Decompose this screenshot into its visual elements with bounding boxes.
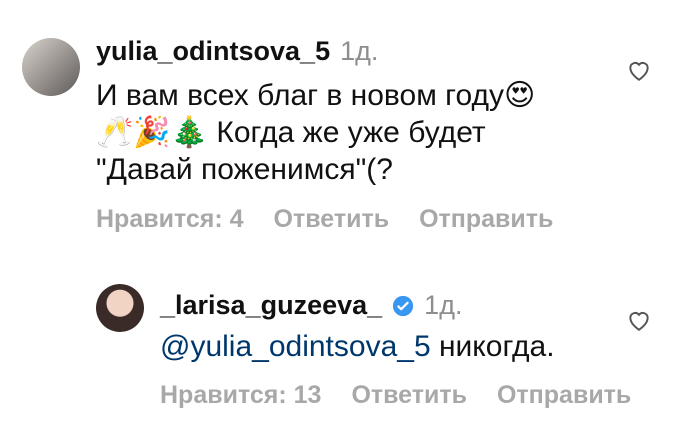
comment-text: @yulia_odintsova_5 никогда.	[160, 328, 620, 365]
heart-outline-icon[interactable]	[626, 58, 652, 82]
comment-header: _larisa_guzeeva_ 1д.	[160, 290, 462, 321]
reply-button[interactable]: Ответить	[351, 381, 467, 410]
comment-actions: Нравится: 4 Ответить Отправить	[96, 205, 553, 234]
timestamp[interactable]: 1д.	[424, 290, 462, 321]
reply-button[interactable]: Ответить	[274, 205, 390, 234]
username[interactable]: _larisa_guzeeva_	[160, 290, 382, 321]
heart-outline-icon[interactable]	[626, 308, 652, 332]
comment-actions: Нравится: 13 Ответить Отправить	[160, 381, 631, 410]
verified-badge-icon	[393, 295, 414, 316]
comment-line: "Давай поженимся"(?	[96, 153, 393, 186]
likes-count-button[interactable]: Нравится: 13	[160, 381, 321, 410]
likes-count-button[interactable]: Нравится: 4	[96, 205, 244, 234]
comment-header: yulia_odintsova_5 1д.	[96, 36, 378, 67]
comment-line: 🥂🎉🎄 Когда же уже будет	[96, 116, 486, 149]
username[interactable]: yulia_odintsova_5	[96, 36, 330, 67]
mention-link[interactable]: @yulia_odintsova_5	[160, 330, 431, 363]
avatar[interactable]	[22, 38, 80, 96]
comment-text: И вам всех благ в новом году😍 🥂🎉🎄 Когда …	[96, 77, 616, 188]
send-button[interactable]: Отправить	[419, 205, 553, 234]
comment-body: никогда.	[430, 330, 555, 363]
comment-reply: _larisa_guzeeva_ 1д. @yulia_odintsova_5 …	[0, 270, 690, 438]
timestamp[interactable]: 1д.	[340, 36, 378, 67]
comment-line: И вам всех благ в новом году😍	[96, 79, 536, 112]
send-button[interactable]: Отправить	[497, 381, 631, 410]
comment: yulia_odintsova_5 1д. И вам всех благ в …	[0, 0, 690, 250]
avatar[interactable]	[96, 284, 144, 332]
